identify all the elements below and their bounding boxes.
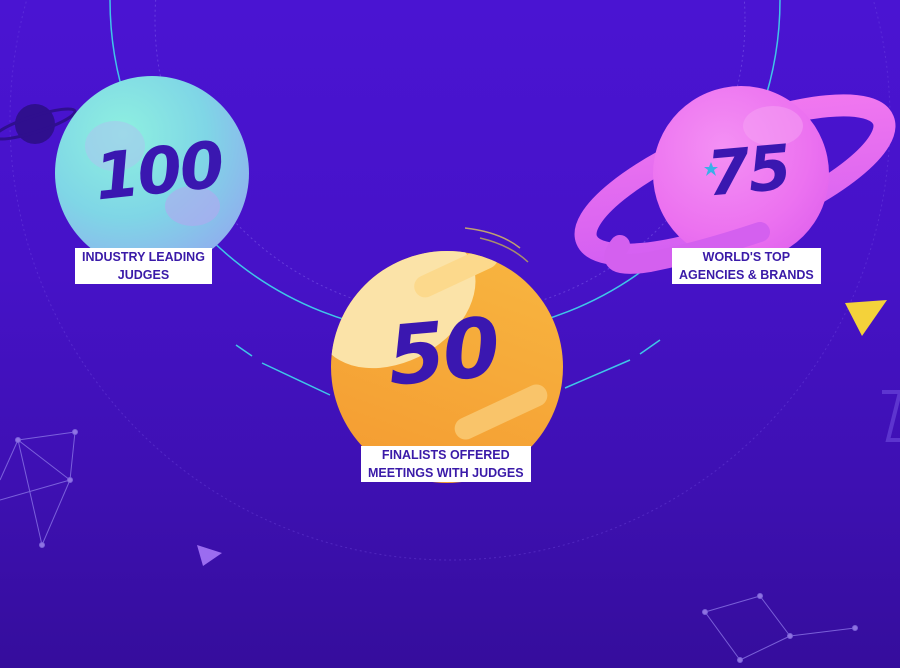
- stat-label-line: WORLD'S TOP: [695, 248, 798, 266]
- stat-label-line: AGENCIES & BRANDS: [672, 266, 821, 284]
- stats-scene: 100 INDUSTRY LEADING JUDGES 50 FINALISTS…: [0, 0, 900, 668]
- saturn-ring-front: [604, 222, 770, 274]
- star-icon: [704, 162, 718, 176]
- stat-label: WORLD'S TOP AGENCIES & BRANDS: [672, 248, 821, 284]
